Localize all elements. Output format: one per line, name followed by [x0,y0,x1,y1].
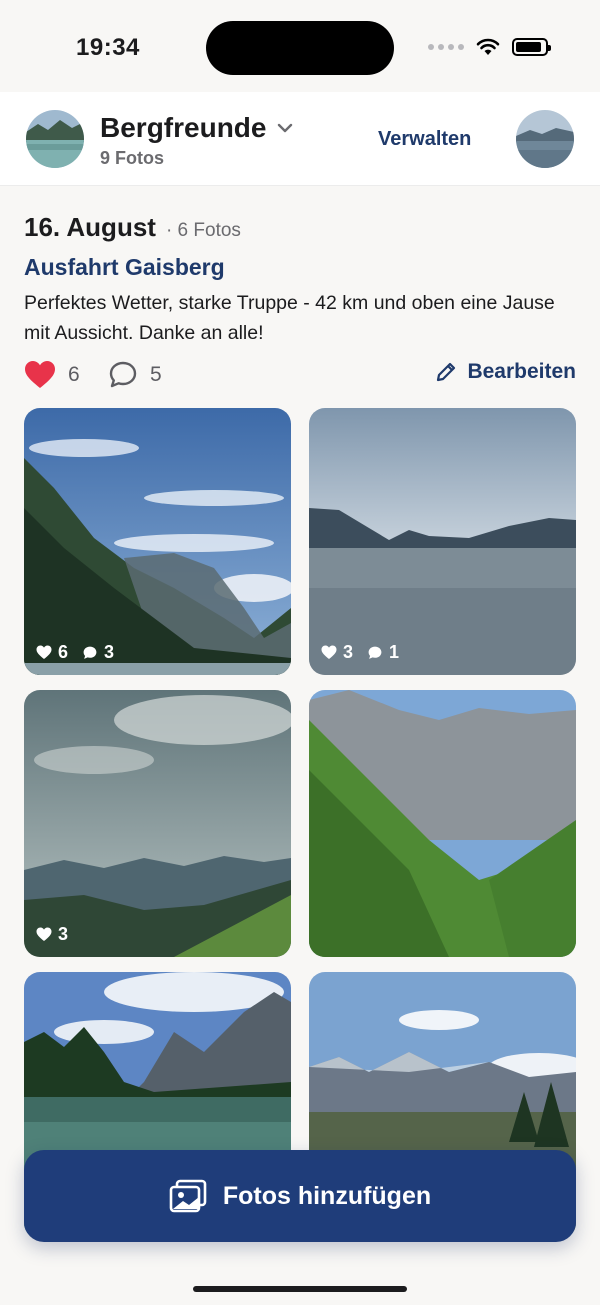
album-actions: 6 5 Bearbeiten [24,360,576,392]
profile-avatar[interactable] [516,110,574,168]
comment-icon [83,646,97,659]
comment-button[interactable]: 5 [108,360,162,390]
photo-like-stat: 3 [36,924,68,945]
photo-stats: 3 1 [321,642,399,663]
photo-tile[interactable] [309,690,576,957]
cellular-signal-icon [428,44,464,50]
status-icons [428,38,551,56]
status-time: 19:34 [76,34,140,61]
photo-tile[interactable]: 3 1 [309,408,576,675]
date-header: 16. August · 6 Fotos [24,212,241,243]
group-header: Bergfreunde 9 Fotos Verwalten [0,92,600,186]
heart-icon [25,361,55,388]
photo-cloudy-valley [24,690,291,957]
photo-tile[interactable]: 3 [24,690,291,957]
home-indicator[interactable] [193,1286,407,1292]
add-photos-button[interactable]: Fotos hinzufügen [24,1150,576,1242]
group-photo-count: 9 Fotos [100,148,165,168]
photo-green-valley [309,690,576,957]
battery-icon [512,38,551,56]
album-description: Perfektes Wetter, starke Truppe - 42 km … [24,292,555,344]
like-count: 6 [68,363,80,386]
manage-button[interactable]: Verwalten [378,128,471,151]
album-title[interactable]: Ausfahrt Gaisberg [24,254,225,281]
photo-like-stat: 3 [321,642,353,663]
photo-lake [309,408,576,675]
add-photo-icon [169,1179,207,1213]
comment-icon [368,646,382,659]
comment-icon [109,361,137,388]
add-photos-label: Fotos hinzufügen [222,1181,432,1210]
photo-like-stat: 6 [36,642,68,663]
group-avatar[interactable] [26,110,84,168]
heart-icon [36,645,52,659]
group-name: Bergfreunde [100,112,267,143]
pencil-icon [437,362,456,382]
heart-icon [36,927,52,941]
status-bar: 19:34 [0,0,600,92]
photo-comment-stat: 3 [82,642,114,663]
edit-button[interactable]: Bearbeiten [435,360,576,384]
comment-count: 5 [150,363,162,386]
dynamic-island [206,21,394,75]
group-switcher[interactable]: Bergfreunde [100,112,294,144]
photo-comment-stat: 1 [367,642,399,663]
photo-stats: 6 3 [36,642,114,663]
album-date-count: · 6 Fotos [165,220,241,241]
album-date: 16. August [24,212,156,242]
photo-tile[interactable]: 6 3 [24,408,291,675]
wifi-icon [476,38,500,55]
like-button[interactable]: 6 [24,360,80,390]
photo-mountain-valley [24,408,291,675]
photo-stats: 3 [36,924,68,945]
heart-icon [321,645,337,659]
chevron-down-icon [278,123,293,133]
edit-label: Bearbeiten [467,360,576,383]
